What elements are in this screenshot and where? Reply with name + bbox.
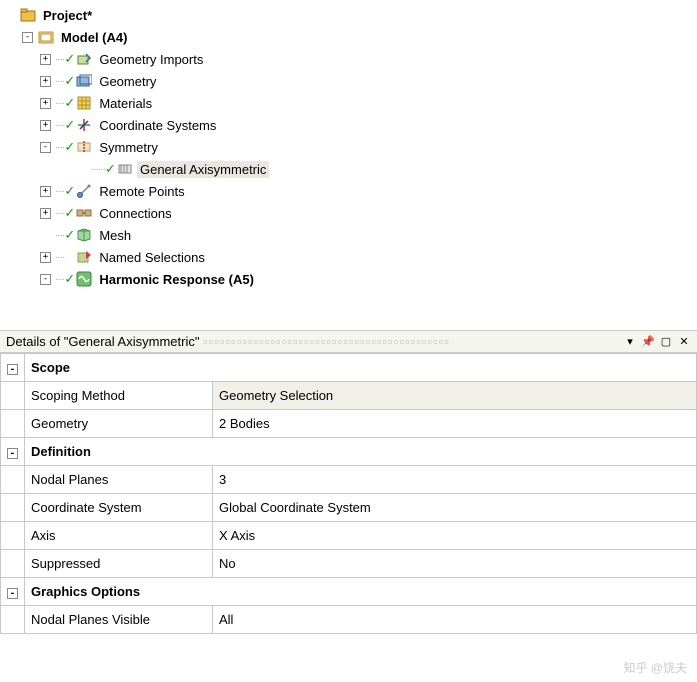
property-name: Nodal Planes Visible <box>25 606 213 634</box>
tree-label: Geometry Imports <box>96 51 206 68</box>
expander-icon[interactable]: + <box>40 252 51 263</box>
expander-icon[interactable]: + <box>40 120 51 131</box>
property-row: Scoping Method Geometry Selection <box>1 382 697 410</box>
check-icon: ✓ <box>64 205 74 221</box>
expander-icon[interactable]: - <box>40 274 51 285</box>
property-row: Nodal Planes Visible All <box>1 606 697 634</box>
tree-item[interactable]: - ···· ✓ Harmonic Response (A5) <box>4 268 697 290</box>
check-icon: ✓ <box>64 73 74 89</box>
axisym-icon <box>116 161 134 177</box>
tree-label: Mesh <box>96 227 134 244</box>
check-icon: ✓ <box>105 161 115 177</box>
tree-label: Named Selections <box>96 249 208 266</box>
property-value[interactable]: 2 Bodies <box>213 410 697 438</box>
property-value[interactable]: No <box>213 550 697 578</box>
tree-item-model[interactable]: - Model (A4) <box>4 26 697 48</box>
property-grid: -Scope Scoping Method Geometry Selection… <box>0 353 697 634</box>
details-panel-body: -Scope Scoping Method Geometry Selection… <box>0 353 697 682</box>
tree-item[interactable]: + ···· ✓ Connections <box>4 202 697 224</box>
tree-label: Geometry <box>96 73 159 90</box>
property-value[interactable]: 3 <box>213 466 697 494</box>
model-icon <box>37 29 55 45</box>
collapse-icon[interactable]: - <box>7 588 18 599</box>
tree-item[interactable]: + ···· ✓ Remote Points <box>4 180 697 202</box>
dropdown-icon[interactable]: ▾ <box>623 335 637 349</box>
tree-label: Connections <box>96 205 174 222</box>
property-group-header[interactable]: -Graphics Options <box>1 578 697 606</box>
expander-icon[interactable]: + <box>40 76 51 87</box>
header-dots: ▫▫▫▫▫▫▫▫▫▫▫▫▫▫▫▫▫▫▫▫▫▫▫▫▫▫▫▫▫▫▫▫▫▫▫▫▫▫▫▫… <box>203 334 450 349</box>
property-value[interactable]: Geometry Selection <box>213 382 697 410</box>
tree-label: General Axisymmetric <box>137 161 269 178</box>
tree-label: Coordinate Systems <box>96 117 219 134</box>
property-row: Geometry 2 Bodies <box>1 410 697 438</box>
details-panel-header: Details of "General Axisymmetric" ▫▫▫▫▫▫… <box>0 330 697 353</box>
named-icon <box>75 249 93 265</box>
geometry-icon <box>75 73 93 89</box>
tree-item[interactable]: + ···· ✓ Geometry <box>4 70 697 92</box>
harmonic-icon <box>75 271 93 287</box>
collapse-icon[interactable]: - <box>7 364 18 375</box>
property-value[interactable]: X Axis <box>213 522 697 550</box>
expander-icon[interactable]: + <box>40 98 51 109</box>
tree-label: Materials <box>96 95 155 112</box>
geom-import-icon <box>75 51 93 67</box>
property-name: Coordinate System <box>25 494 213 522</box>
property-group-header[interactable]: -Scope <box>1 354 697 382</box>
expander-icon[interactable]: + <box>40 54 51 65</box>
materials-icon <box>75 95 93 111</box>
folder-icon <box>19 7 37 23</box>
tree-item[interactable]: - ···· ✓ Symmetry <box>4 136 697 158</box>
property-value[interactable]: Global Coordinate System <box>213 494 697 522</box>
collapse-icon[interactable]: - <box>7 448 18 459</box>
expander-icon[interactable]: - <box>40 142 51 153</box>
expander-icon[interactable]: + <box>40 208 51 219</box>
tree-label: Project* <box>40 7 95 24</box>
check-icon: ✓ <box>64 117 74 133</box>
property-name: Geometry <box>25 410 213 438</box>
property-group-header[interactable]: -Definition <box>1 438 697 466</box>
details-title-text: Details of "General Axisymmetric" <box>6 334 199 349</box>
tree-label: Symmetry <box>96 139 161 156</box>
tree-label: Remote Points <box>96 183 187 200</box>
tree-item-project[interactable]: Project* <box>4 4 697 26</box>
check-icon: ✓ <box>64 271 74 287</box>
check-icon: ✓ <box>64 183 74 199</box>
expander-icon[interactable]: + <box>40 186 51 197</box>
check-icon: ✓ <box>64 227 74 243</box>
check-icon: ✓ <box>64 51 74 67</box>
tree-item[interactable]: + ···· Named Selections <box>4 246 697 268</box>
expander-icon[interactable]: - <box>22 32 33 43</box>
outline-tree[interactable]: Project* - Model (A4) + ···· ✓ Geometry … <box>0 0 697 330</box>
tree-item[interactable]: + ···· ✓ Geometry Imports <box>4 48 697 70</box>
property-name: Axis <box>25 522 213 550</box>
property-row: Suppressed No <box>1 550 697 578</box>
close-icon[interactable]: ✕ <box>677 335 691 349</box>
check-icon: ✓ <box>64 95 74 111</box>
tree-item[interactable]: + ···· ✓ Materials <box>4 92 697 114</box>
tree-item[interactable]: + ···· ✓ Coordinate Systems <box>4 114 697 136</box>
maximize-icon[interactable]: ▢ <box>659 335 673 349</box>
property-name: Scoping Method <box>25 382 213 410</box>
check-icon: ✓ <box>64 139 74 155</box>
property-value[interactable]: All <box>213 606 697 634</box>
tree-item[interactable]: ···· ✓ Mesh <box>4 224 697 246</box>
tree-label: Harmonic Response (A5) <box>96 271 257 288</box>
property-name: Suppressed <box>25 550 213 578</box>
property-name: Nodal Planes <box>25 466 213 494</box>
pin-icon[interactable]: 📌 <box>641 335 655 349</box>
connections-icon <box>75 205 93 221</box>
coord-icon <box>75 117 93 133</box>
mesh-icon <box>75 227 93 243</box>
tree-item[interactable]: ······ ✓ General Axisymmetric <box>4 158 697 180</box>
symmetry-icon <box>75 139 93 155</box>
property-row: Coordinate System Global Coordinate Syst… <box>1 494 697 522</box>
property-row: Axis X Axis <box>1 522 697 550</box>
tree-label: Model (A4) <box>58 29 130 46</box>
remote-icon <box>75 183 93 199</box>
property-row: Nodal Planes 3 <box>1 466 697 494</box>
